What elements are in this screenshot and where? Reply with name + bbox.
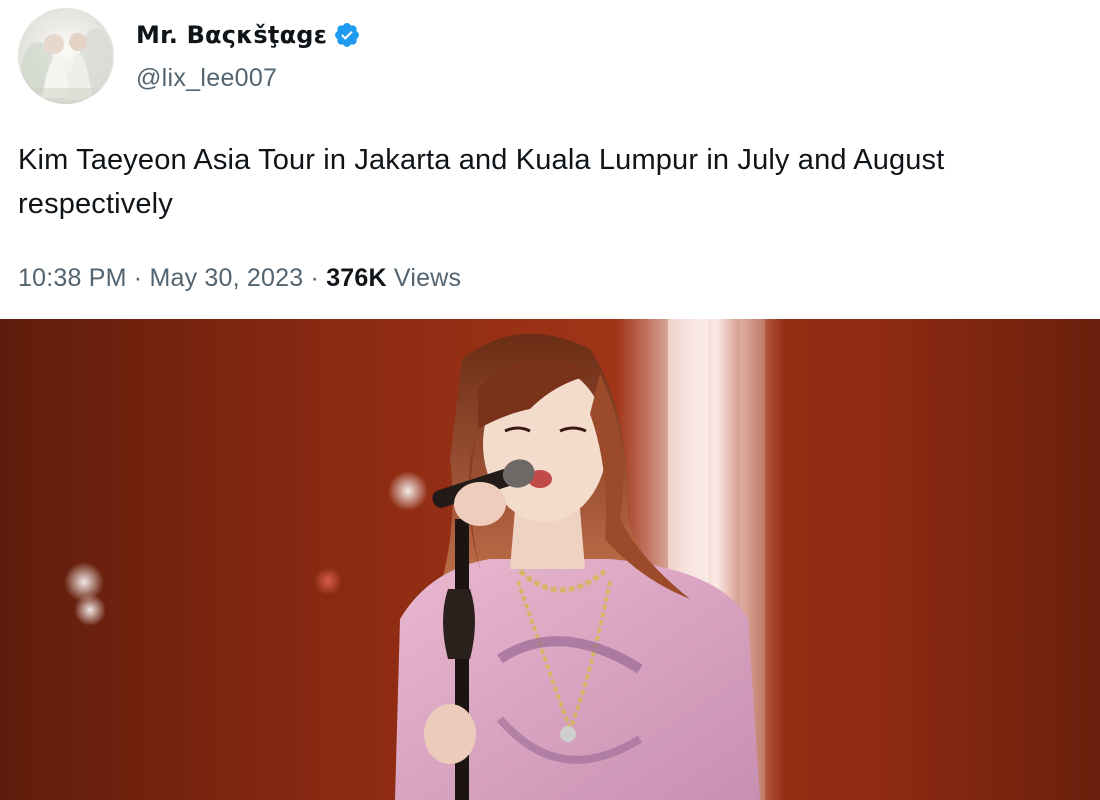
meta-separator: ·: [133, 264, 143, 292]
tweet-meta: 10:38 PM · May 30, 2023 · 376K Views: [18, 264, 461, 293]
display-name[interactable]: Mr. Βαςκšţαgε: [136, 21, 327, 49]
tweet-photo[interactable]: [0, 319, 1100, 800]
user-handle[interactable]: @lix_lee007: [136, 64, 361, 93]
avatar[interactable]: [18, 8, 114, 104]
tweet-header: Mr. Βαςκšţαgε @lix_lee007: [18, 8, 361, 108]
views-label: Views: [393, 264, 462, 292]
name-row: Mr. Βαςκšţαgε: [136, 20, 361, 50]
tweet-text: Kim Taeyeon Asia Tour in Jakarta and Kua…: [18, 144, 945, 220]
tweet-card: Mr. Βαςκšţαgε @lix_lee007 Kim Taeyeon As…: [0, 0, 1100, 800]
views-count: 376K: [326, 264, 387, 292]
user-info: Mr. Βαςκšţαgε @lix_lee007: [136, 20, 361, 93]
tweet-time[interactable]: 10:38 PM: [18, 264, 127, 292]
verified-badge-icon: [333, 21, 361, 49]
meta-separator: ·: [310, 264, 320, 292]
tweet-date[interactable]: May 30, 2023: [149, 264, 303, 292]
